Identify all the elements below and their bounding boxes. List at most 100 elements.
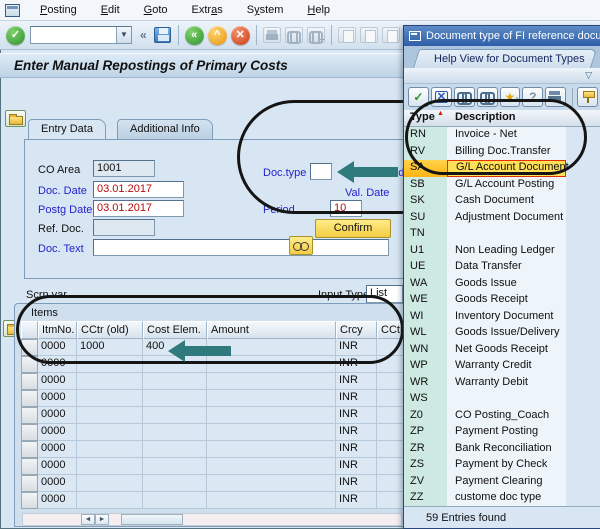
doc-type-row[interactable]: WAGoods Issue: [404, 276, 566, 293]
items-cell[interactable]: [77, 475, 143, 492]
row-selector[interactable]: [21, 424, 38, 441]
items-cell[interactable]: [207, 458, 336, 475]
items-cell[interactable]: [143, 407, 207, 424]
doc-type-row[interactable]: WRWarranty Debit: [404, 375, 566, 392]
doc-type-row[interactable]: ZSPayment by Check: [404, 457, 566, 474]
items-cell[interactable]: INR: [336, 492, 377, 509]
doc-type-code[interactable]: TN: [404, 226, 447, 243]
enter-check-icon[interactable]: ✓: [6, 26, 25, 45]
items-cell[interactable]: [143, 373, 207, 390]
doc-type-description[interactable]: Warranty Debit: [447, 375, 566, 392]
items-cell[interactable]: 0000: [38, 441, 77, 458]
doc-type-row[interactable]: SUAdjustment Document: [404, 210, 566, 227]
row-selector[interactable]: [21, 441, 38, 458]
doc-type-code[interactable]: SB: [404, 177, 447, 194]
items-cell[interactable]: 0000: [38, 407, 77, 424]
doc-date-field[interactable]: 03.01.2017: [93, 181, 184, 198]
restrictions-bar[interactable]: ▽: [404, 68, 600, 84]
items-cell[interactable]: [143, 458, 207, 475]
postg-date-field[interactable]: 03.01.2017: [93, 200, 184, 217]
row-selector[interactable]: [21, 407, 38, 424]
doc-type-description[interactable]: Adjustment Document: [447, 210, 566, 227]
doc-type-row[interactable]: ZPPayment Posting: [404, 424, 566, 441]
co-area-field[interactable]: 1001: [93, 160, 155, 177]
doc-type-code[interactable]: SU: [404, 210, 447, 227]
row-selector[interactable]: [21, 492, 38, 509]
personal-value-list-icon[interactable]: [577, 87, 598, 107]
items-cell[interactable]: [207, 407, 336, 424]
doc-type-row[interactable]: UEData Transfer: [404, 259, 566, 276]
items-cell[interactable]: [77, 424, 143, 441]
doc-type-description[interactable]: CO Posting_Coach: [447, 408, 566, 425]
print-icon[interactable]: [263, 27, 281, 43]
display-glasses-icon[interactable]: [289, 236, 313, 255]
doc-type-description[interactable]: Non Leading Ledger: [447, 243, 566, 260]
back-icon[interactable]: «: [185, 26, 204, 45]
row-selector[interactable]: [21, 458, 38, 475]
doc-type-row[interactable]: SBG/L Account Posting: [404, 177, 566, 194]
find-next-icon[interactable]: +: [307, 27, 325, 43]
items-cell[interactable]: 0000: [38, 458, 77, 475]
command-field[interactable]: ▼: [30, 26, 132, 44]
doc-type-description[interactable]: Payment by Check: [447, 457, 566, 474]
items-cell[interactable]: 0000: [38, 492, 77, 509]
row-selector[interactable]: [21, 390, 38, 407]
doc-type-row[interactable]: WEGoods Receipt: [404, 292, 566, 309]
items-cell[interactable]: INR: [336, 407, 377, 424]
doc-type-code[interactable]: ZS: [404, 457, 447, 474]
doc-type-description[interactable]: Cash Document: [447, 193, 566, 210]
items-cell[interactable]: [207, 424, 336, 441]
doc-type-row[interactable]: Z0CO Posting_Coach: [404, 408, 566, 425]
scroll-right-icon[interactable]: ►: [95, 514, 109, 525]
menu-posting[interactable]: Posting: [28, 1, 89, 19]
doc-type-code[interactable]: Z0: [404, 408, 447, 425]
doc-type-code[interactable]: WA: [404, 276, 447, 293]
menu-system[interactable]: System: [235, 1, 296, 19]
items-cell[interactable]: [143, 390, 207, 407]
doc-type-description[interactable]: Goods Issue/Delivery: [447, 325, 566, 342]
doc-type-row[interactable]: SKCash Document: [404, 193, 566, 210]
row-selector[interactable]: [21, 373, 38, 390]
items-cell[interactable]: 0000: [38, 373, 77, 390]
items-cell[interactable]: 0000: [38, 424, 77, 441]
doc-type-row[interactable]: WNNet Goods Receipt: [404, 342, 566, 359]
doc-type-code[interactable]: WL: [404, 325, 447, 342]
doc-type-code[interactable]: WN: [404, 342, 447, 359]
sap-screen-icon[interactable]: [5, 4, 20, 17]
expand-restrictions-icon[interactable]: ▽: [585, 70, 592, 81]
doc-type-description[interactable]: [447, 226, 566, 243]
doc-type-row[interactable]: ZRBank Reconciliation: [404, 441, 566, 458]
items-cell[interactable]: [207, 475, 336, 492]
doc-type-description[interactable]: Warranty Credit: [447, 358, 566, 375]
items-cell[interactable]: [143, 475, 207, 492]
doc-type-row[interactable]: U1Non Leading Ledger: [404, 243, 566, 260]
doc-type-description[interactable]: Goods Receipt: [447, 292, 566, 309]
menu-help[interactable]: Help: [295, 1, 342, 19]
items-cell[interactable]: [207, 441, 336, 458]
doc-type-code[interactable]: U1: [404, 243, 447, 260]
doc-type-description[interactable]: Net Goods Receipt: [447, 342, 566, 359]
items-cell[interactable]: INR: [336, 458, 377, 475]
items-table-row[interactable]: 0000INR: [21, 390, 420, 407]
menu-edit[interactable]: Edit: [89, 1, 132, 19]
doc-type-description[interactable]: Payment Posting: [447, 424, 566, 441]
doc-type-description[interactable]: [447, 391, 566, 408]
items-cell[interactable]: [77, 390, 143, 407]
items-table-row[interactable]: 0000 INR: [21, 407, 420, 424]
doc-type-description[interactable]: Data Transfer: [447, 259, 566, 276]
menu-goto[interactable]: Goto: [132, 1, 180, 19]
doc-type-row[interactable]: ZVPayment Clearing: [404, 474, 566, 491]
items-cell[interactable]: [207, 373, 336, 390]
doc-type-row[interactable]: WS: [404, 391, 566, 408]
doc-type-code[interactable]: WS: [404, 391, 447, 408]
items-table-row[interactable]: 0000INR: [21, 441, 420, 458]
tab-entry-data[interactable]: Entry Data: [28, 119, 106, 139]
items-cell[interactable]: [143, 441, 207, 458]
items-cell[interactable]: [77, 492, 143, 509]
doc-type-row[interactable]: WLGoods Issue/Delivery: [404, 325, 566, 342]
doc-type-description[interactable]: custome doc type: [447, 490, 566, 507]
doc-type-code[interactable]: ZZ: [404, 490, 447, 507]
items-cell[interactable]: INR: [336, 424, 377, 441]
scroll-thumb[interactable]: [121, 514, 183, 525]
doc-type-row[interactable]: TN: [404, 226, 566, 243]
